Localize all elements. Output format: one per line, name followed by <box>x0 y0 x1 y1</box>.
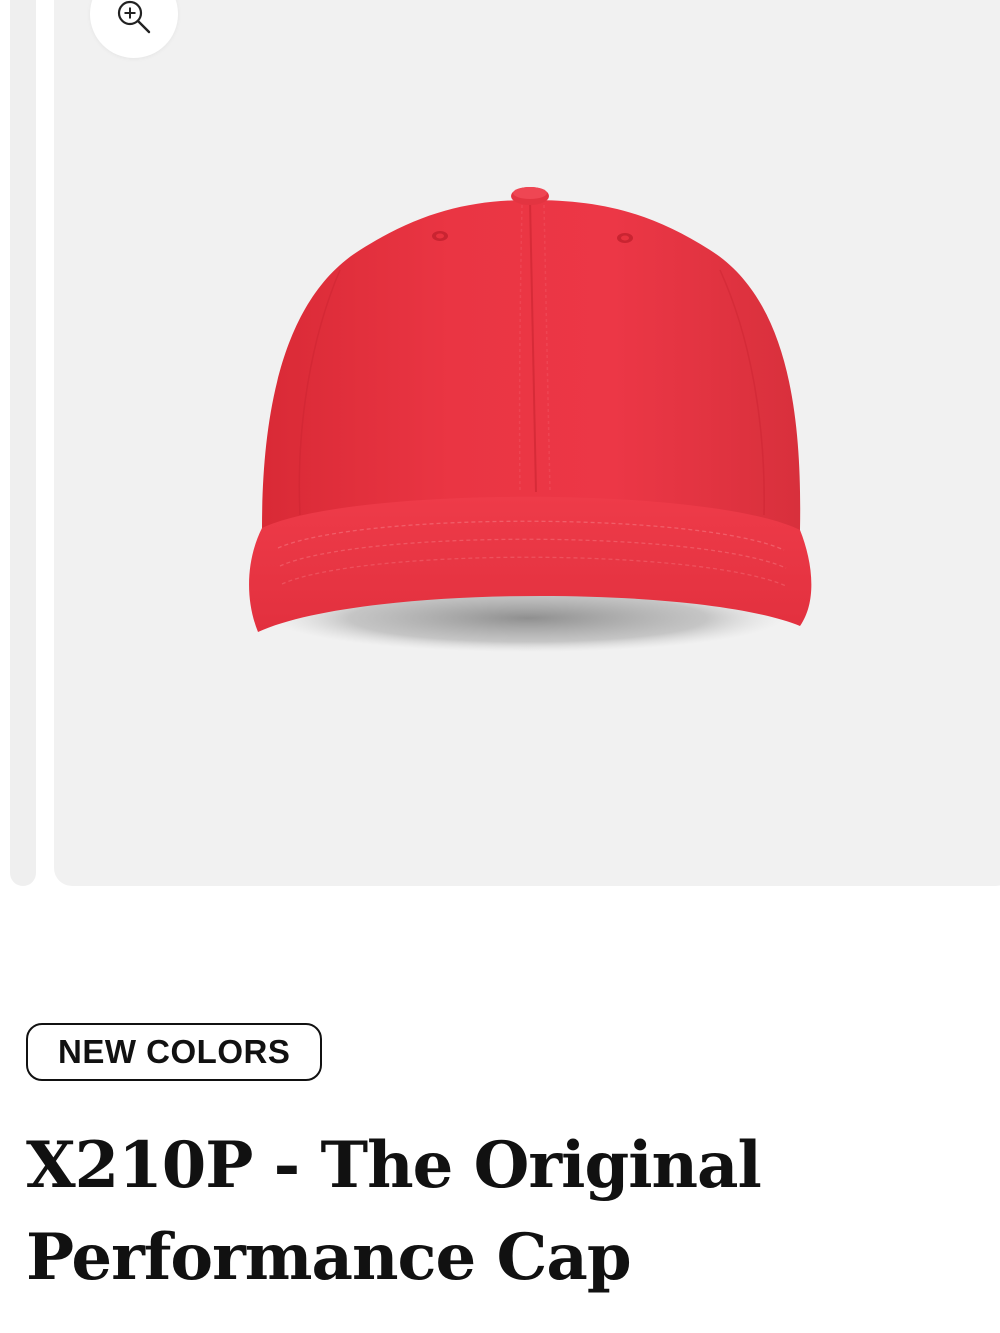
new-colors-badge: NEW COLORS <box>26 1023 323 1081</box>
previous-slide-peek[interactable] <box>10 0 36 886</box>
product-gallery[interactable] <box>0 0 1000 890</box>
product-image <box>249 187 812 652</box>
zoom-in-icon <box>117 0 151 34</box>
product-image-slide[interactable] <box>54 0 1000 886</box>
product-title: X210P - The Original Performance Cap <box>26 1128 762 1295</box>
